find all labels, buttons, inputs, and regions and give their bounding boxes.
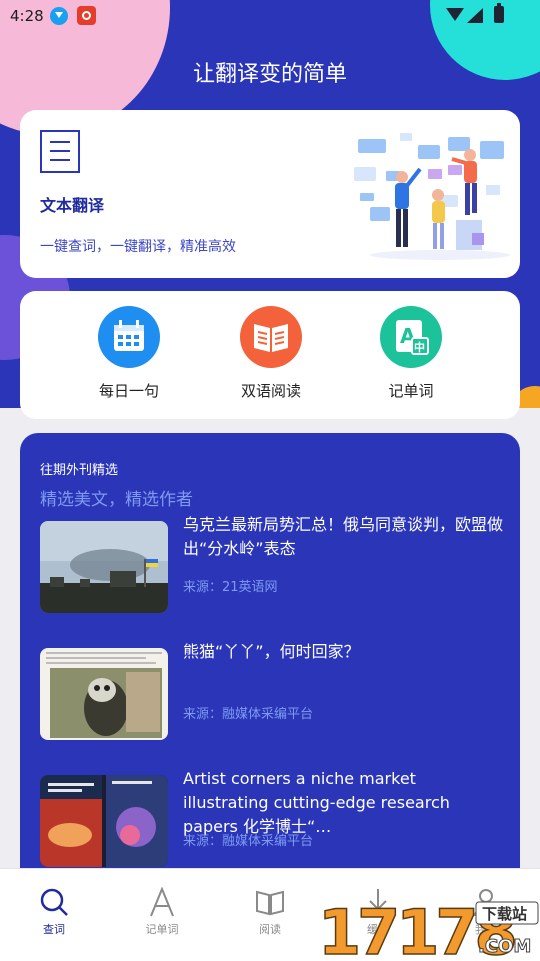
article-source: 来源：融媒体采编平台 [183,707,314,722]
feature-bilingual-reading[interactable]: 双语阅读 [221,306,321,401]
feature-card: 每日一句 双语阅读 A 中 记单词 [20,291,520,419]
journal-subheading: 精选美文，精选作者 [40,490,193,510]
feature-label: 每日一句 [98,382,159,400]
translation-illustration-icon [354,133,510,260]
article-thumbnail [40,521,168,613]
text-translate-subtitle: 一键查词，一键翻译，精准高效 [40,239,236,255]
tab-vocabulary[interactable]: 记单词 [122,886,202,937]
battery-icon [494,3,504,23]
article-source: 来源：融媒体采编平台 [183,834,314,849]
letter-a-icon [122,886,202,917]
article-thumbnail [40,648,168,740]
text-translate-card[interactable]: 文本翻译 一键查词，一键翻译，精准高效 [20,110,520,278]
svg-text:下载站: 下载站 [482,905,527,923]
page-title: 让翻译变的简单 [192,62,347,87]
tab-reading[interactable]: 阅读 [230,887,310,937]
book-icon [230,887,310,917]
tab-lookup[interactable]: 查词 [14,887,94,937]
svg-text:.COM: .COM [478,936,531,957]
signal-icon [467,8,483,23]
article-title: 乌克兰最新局势汇总！俄乌同意谈判，欧盟做出“分水岭”表态 [183,515,504,558]
status-bar: 4:28 [0,0,540,32]
feature-label: 双语阅读 [240,382,301,400]
article-thumbnail [40,775,168,867]
download-notification-icon [50,7,68,25]
tab-label: 查词 [43,923,65,936]
tab-label: 记单词 [145,923,179,936]
site-watermark-logo: 17178 下载站 .COM [317,896,539,960]
document-icon [40,130,80,173]
journal-heading: 往期外刊精选 [40,463,119,478]
article-title: 熊猫“丫丫”，何时回家？ [183,642,360,661]
status-time: 4:28 [10,7,44,25]
article-title: Artist corners a niche market illustrati… [183,769,450,836]
text-translate-title: 文本翻译 [40,196,105,215]
feature-label: 记单词 [388,382,434,400]
svg-text:中: 中 [414,340,425,354]
app-notification-icon [77,6,96,25]
open-book-icon [240,306,302,368]
calendar-icon [98,306,160,368]
article-source: 来源：21英语网 [183,580,278,595]
journal-panel: 往期外刊精选 精选美文，精选作者 乌克兰最新局势汇总！俄乌同意谈判，欧盟做出“分… [20,433,520,903]
feature-daily-sentence[interactable]: 每日一句 [79,306,179,401]
article-item[interactable]: 熊猫“丫丫”，何时回家？ 来源：融媒体采编平台 [40,642,500,740]
wifi-icon [446,8,464,21]
search-icon [14,887,94,917]
word-card-icon: A 中 [380,306,442,368]
tab-label: 阅读 [259,923,281,936]
feature-vocabulary[interactable]: A 中 记单词 [361,306,461,401]
article-item[interactable]: Artist corners a niche market illustrati… [40,769,500,867]
article-item[interactable]: 乌克兰最新局势汇总！俄乌同意谈判，欧盟做出“分水岭”表态 来源：21英语网 [40,515,503,613]
